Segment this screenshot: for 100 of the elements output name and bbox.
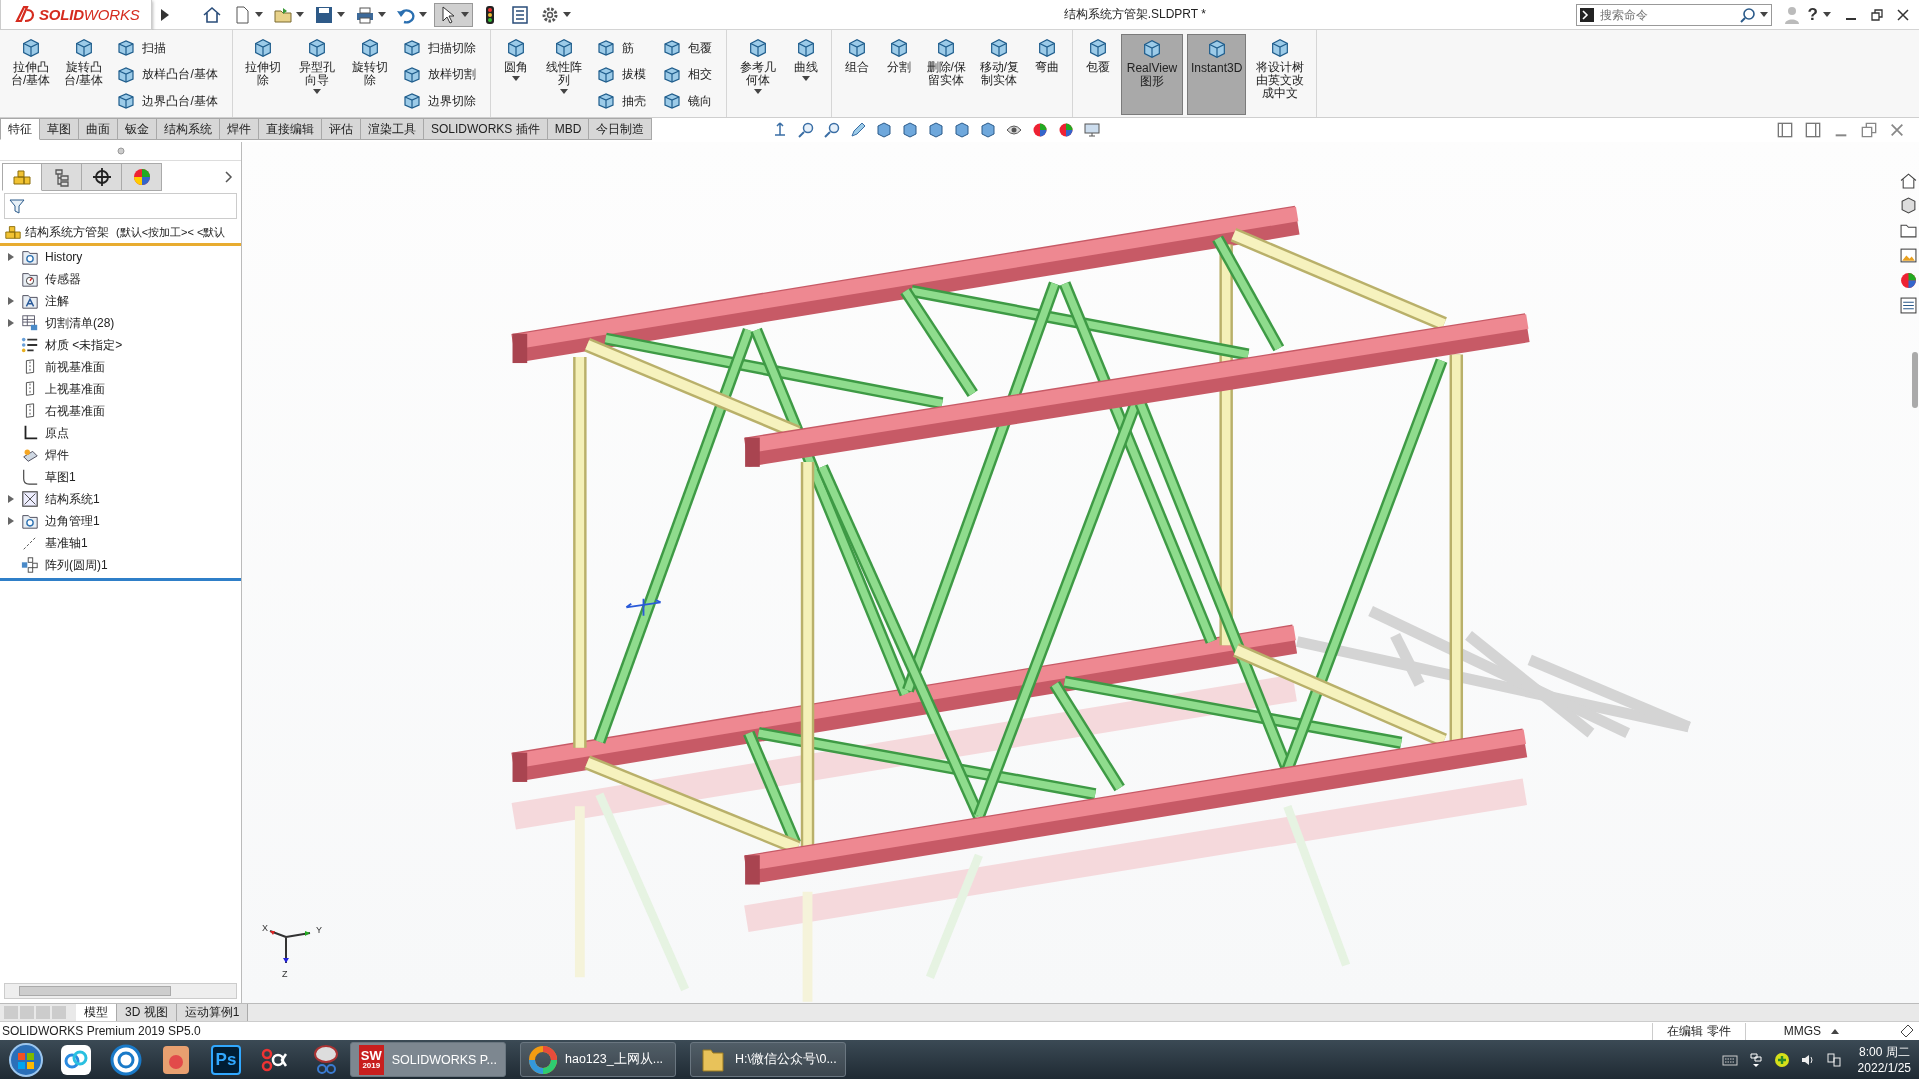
tree-item[interactable]: 材质 <未指定> [45,336,123,354]
expand-arrow-icon[interactable] [8,517,14,525]
monitor-icon[interactable] [1084,122,1101,138]
ribbon-button[interactable]: 删除/保留实体 [921,34,971,115]
cube-icon[interactable] [902,122,919,138]
tab[interactable]: 草图 [40,118,79,140]
cube-icon[interactable] [1900,197,1917,214]
start-button[interactable] [8,1041,44,1078]
ribbon-button[interactable]: 扫描 [116,36,222,60]
expand-arrow-icon[interactable] [8,253,14,261]
windows-icon[interactable] [1747,1051,1764,1068]
ribbon-button[interactable]: 异型孔向导 [291,34,342,115]
cube-icon[interactable] [954,122,971,138]
clock-date[interactable]: 2022/1/25 [1857,1059,1911,1076]
ribbon-button[interactable]: 拉伸凸台/基体 [6,34,56,115]
tree-item[interactable]: 草图1 [45,468,76,486]
cube-icon[interactable] [928,122,945,138]
ribbon-button[interactable]: 组合 [837,34,876,115]
horizontal-scrollbar[interactable] [4,983,237,999]
cube-icon[interactable] [980,122,997,138]
tab[interactable]: 钣金 [118,118,157,140]
tab[interactable]: 特征 [0,118,40,140]
search-input[interactable]: 搜索命令 [1597,6,1736,23]
tree-item[interactable]: 阵列(圆周)1 [45,556,108,574]
ribbon-button[interactable]: 分割 [879,34,918,115]
folder-icon[interactable] [1900,222,1917,239]
tab[interactable]: 曲面 [79,118,118,140]
part-name[interactable]: 结构系统方管架 [25,224,109,240]
panel-tab[interactable] [82,163,122,191]
ribbon-button[interactable]: 放样凸台/基体 [116,62,222,87]
ribbon-button[interactable]: 曲线 [786,34,825,115]
cube-icon[interactable] [876,122,893,138]
ribbon-button[interactable]: 旋转切除 [345,34,395,115]
caret-icon[interactable] [1759,12,1768,17]
tree-item[interactable]: 焊件 [45,446,69,464]
plus-circle-icon[interactable] [1773,1051,1790,1068]
tab[interactable]: 今日制造 [589,118,653,140]
expand-arrow-icon[interactable] [8,495,14,503]
tab[interactable]: 渲染工具 [361,118,424,140]
help-button[interactable]: ? [1807,4,1818,25]
tab[interactable]: MBD [547,118,590,140]
network-icon[interactable] [1825,1051,1842,1068]
photoshop-app-icon[interactable]: Ps [211,1044,241,1075]
ribbon-button[interactable]: 边界切除 [402,89,481,113]
expand-arrow-icon[interactable] [8,319,14,327]
ribbon-button[interactable]: 放样切割 [402,62,481,87]
picture-icon[interactable] [1900,247,1917,264]
color-wheel-icon[interactable] [1900,272,1917,289]
restore-icon[interactable] [1871,8,1883,21]
ribbon-button[interactable]: Instant3D [1187,34,1247,115]
vertical-scrollbar[interactable] [1912,352,1918,408]
taskbar-window-button[interactable]: H:\微信公众号\0... [690,1042,846,1077]
ribbon-button[interactable]: 拉伸切除 [238,34,288,115]
tree-item[interactable]: 基准轴1 [45,534,88,552]
tab[interactable]: 运动算例1 [176,1004,249,1021]
search-box[interactable]: 搜索命令 [1575,3,1772,26]
filter-field[interactable] [4,193,237,219]
close-icon[interactable] [1897,8,1909,21]
ribbon-button[interactable]: 参考几何体 [733,34,783,115]
ribbon-button[interactable]: 将设计树由英文改成中文 [1250,34,1311,115]
tree-item[interactable]: 前视基准面 [45,358,105,376]
expand-arrow-icon[interactable] [8,297,14,305]
ribbon-button[interactable]: 包覆 [1079,34,1118,115]
panel-icon[interactable] [1805,122,1821,138]
tree-item[interactable]: 切割清单(28) [45,314,115,332]
tab[interactable]: 焊件 [220,118,259,140]
ribbon-button[interactable]: 拔模 [596,62,651,87]
chevron-right-icon[interactable] [225,171,233,183]
tab[interactable]: 直接编辑 [259,118,322,140]
tree-item[interactable]: 结构系统1 [45,490,100,508]
grip-icon[interactable] [116,147,125,155]
tree-item[interactable]: 传感器 [45,270,81,288]
tab[interactable]: 模型 [76,1004,117,1021]
tab[interactable]: SOLIDWORKS 插件 [424,118,548,140]
expand-arrow-icon[interactable] [161,8,169,21]
ribbon-button[interactable]: 扫描切除 [402,36,481,60]
panel-icon[interactable] [1777,122,1793,138]
list-icon[interactable] [1900,297,1917,314]
tab[interactable]: 结构系统 [157,118,220,140]
ribbon-button[interactable]: RealView 图形 [1121,34,1184,115]
ribbon-button[interactable]: 包覆 [662,36,717,60]
units-button[interactable]: MMGS [1783,1024,1821,1038]
eye-icon[interactable] [1006,122,1023,138]
ribbon-button[interactable]: 圆角 [497,34,536,115]
magnifier-icon[interactable] [798,122,815,138]
ribbon-button[interactable]: 线性阵列 [539,34,589,115]
caret-icon[interactable] [1823,12,1831,17]
taskbar-window-button[interactable]: hao123_上网从... [520,1042,676,1077]
toolbar-button[interactable] [434,2,473,27]
search-icon[interactable] [1739,6,1756,23]
ribbon-button[interactable]: 筋 [596,36,651,60]
ribbon-button[interactable]: 弯曲 [1028,34,1067,115]
ribbon-button[interactable]: 旋转凸台/基体 [59,34,109,115]
tree-item[interactable]: 右视基准面 [45,402,105,420]
ribbon-button[interactable]: 移动/复制实体 [974,34,1025,115]
magnifier-icon[interactable] [824,122,841,138]
tab[interactable]: 3D 视图 [117,1004,177,1021]
tree-item[interactable]: 注解 [45,292,69,310]
ribbon-button[interactable]: 边界凸台/基体 [116,89,222,113]
ribbon-button[interactable]: 镜向 [662,89,717,113]
